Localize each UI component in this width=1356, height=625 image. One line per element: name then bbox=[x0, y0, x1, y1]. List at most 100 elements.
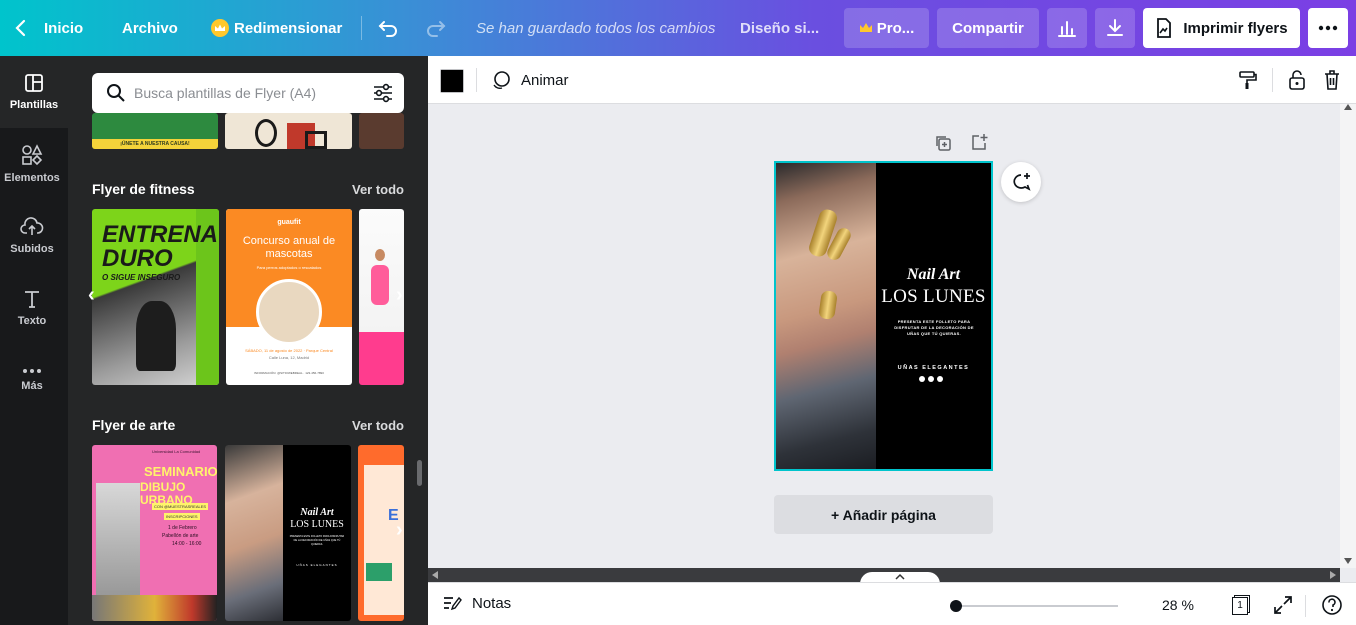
divider bbox=[1272, 68, 1273, 92]
template-search[interactable]: Busca plantillas de Flyer (A4) bbox=[92, 73, 404, 113]
page-count: 1 bbox=[1232, 597, 1248, 615]
page-title: LOS LUNES bbox=[881, 286, 986, 307]
bottom-bar: Notas 28 % 1 bbox=[428, 582, 1356, 625]
download-icon bbox=[1107, 19, 1123, 36]
duplicate-page-icon[interactable] bbox=[934, 134, 952, 152]
home-label: Inicio bbox=[44, 19, 84, 37]
add-comment-button[interactable] bbox=[1001, 162, 1041, 202]
rail-item-texto[interactable]: Texto bbox=[0, 272, 64, 344]
filter-icon[interactable] bbox=[372, 82, 394, 104]
search-icon bbox=[107, 84, 125, 102]
rail-label: Plantillas bbox=[9, 99, 59, 111]
scroll-up-arrow[interactable] bbox=[1344, 104, 1352, 110]
resize-button[interactable]: Redimensionar bbox=[211, 0, 342, 56]
template-thumb[interactable]: ¡ÚNETE A NUESTRA CAUSA! bbox=[92, 113, 218, 149]
panel-scrollbar[interactable] bbox=[417, 460, 422, 486]
thumb-body: PRESENTA ESTE FOLLETO PARA DISFRUTAR DE … bbox=[289, 535, 345, 546]
save-status: Se han guardado todos los cambios bbox=[476, 19, 716, 37]
file-menu-button[interactable]: Archivo bbox=[122, 0, 178, 56]
insights-button[interactable] bbox=[1047, 8, 1087, 48]
resize-label: Redimensionar bbox=[234, 19, 343, 37]
thumb-footer: UÑAS ELEGANTES bbox=[296, 563, 338, 567]
top-bar: Inicio Archivo Redimensionar Se han guar… bbox=[0, 0, 1356, 56]
notes-button[interactable]: Notas bbox=[442, 594, 511, 612]
design-name[interactable]: Diseño si... bbox=[740, 0, 819, 56]
climber-figure bbox=[136, 301, 176, 371]
rail-item-subidos[interactable]: Subidos bbox=[0, 200, 64, 272]
instagram-icon bbox=[937, 376, 943, 382]
thumb-title: LOS LUNES bbox=[290, 519, 344, 530]
print-flyers-button[interactable]: Imprimir flyers bbox=[1143, 8, 1300, 48]
fullscreen-icon[interactable] bbox=[1273, 595, 1293, 615]
crown-icon bbox=[211, 19, 229, 37]
paint-roller-icon[interactable] bbox=[1237, 69, 1259, 91]
pro-button[interactable]: Pro... bbox=[844, 8, 929, 48]
scroll-left-arrow[interactable] bbox=[432, 571, 438, 579]
animate-label: Animar bbox=[521, 71, 569, 89]
thumb-subtitle: Para perros adoptados o rescatados bbox=[256, 265, 322, 270]
black-panel bbox=[876, 163, 991, 469]
template-thumb[interactable] bbox=[225, 113, 352, 149]
lock-icon[interactable] bbox=[1287, 69, 1307, 91]
more-icon bbox=[1318, 25, 1338, 31]
thumb-footer: INFORMACIÓN: @SITIOWEBREAL · 123-456-789… bbox=[254, 371, 324, 375]
hands-photo bbox=[225, 445, 283, 621]
notes-icon bbox=[444, 596, 462, 611]
more-options-button[interactable] bbox=[1308, 8, 1348, 48]
rail-item-mas[interactable]: Más bbox=[0, 344, 64, 416]
page-title-script: Nail Art bbox=[906, 266, 961, 283]
templates-panel: ¡ÚNETE A NUESTRA CAUSA! Busca plantillas… bbox=[68, 56, 428, 625]
thumb-top: Universidad La Comunidad bbox=[152, 449, 201, 454]
undo-button[interactable] bbox=[378, 0, 400, 56]
thumb-date: SÁBADO, 11 de agosto de 2022 · Parque Ce… bbox=[245, 348, 333, 353]
scroll-down-arrow[interactable] bbox=[1344, 558, 1352, 564]
section-title-arte: Flyer de arte bbox=[92, 417, 176, 433]
rail-label: Texto bbox=[17, 315, 47, 327]
carousel-prev-arrow[interactable]: ‹ bbox=[88, 284, 95, 307]
thumb-brand: guaufit bbox=[277, 219, 301, 226]
home-button[interactable]: Inicio bbox=[14, 0, 83, 56]
page-count-button[interactable]: 1 bbox=[1232, 595, 1250, 615]
template-thumb-entrena[interactable]: ENTRENA DURO O SIGUE INSEGURO bbox=[92, 209, 219, 385]
animate-button[interactable]: Animar bbox=[490, 69, 569, 91]
help-icon[interactable] bbox=[1321, 594, 1343, 616]
share-button[interactable]: Compartir bbox=[937, 8, 1039, 48]
thumb-title: Nail Art bbox=[300, 507, 334, 518]
scroll-right-arrow[interactable] bbox=[1330, 571, 1336, 579]
carousel-next-arrow[interactable]: › bbox=[396, 284, 403, 307]
city-strip bbox=[92, 595, 217, 621]
rail-label: Subidos bbox=[10, 243, 54, 255]
zoom-slider[interactable] bbox=[956, 605, 1118, 607]
music-shape bbox=[255, 119, 277, 147]
template-thumb-mascotas[interactable]: guaufit Concurso anual de mascotas Para … bbox=[226, 209, 352, 385]
see-all-arte-link[interactable]: Ver todo bbox=[352, 418, 404, 433]
zoom-slider-thumb[interactable] bbox=[950, 600, 962, 612]
undo-icon bbox=[378, 21, 397, 37]
add-page-button[interactable]: + Añadir página bbox=[774, 495, 993, 534]
divider bbox=[476, 68, 477, 92]
rail-item-elementos[interactable]: Elementos bbox=[0, 128, 64, 200]
zoom-level[interactable]: 28 % bbox=[1162, 597, 1194, 613]
side-rail: Plantillas Elementos Subidos Texto Más bbox=[0, 56, 68, 625]
color-swatch[interactable] bbox=[440, 69, 464, 93]
rail-item-plantillas[interactable]: Plantillas bbox=[0, 56, 68, 128]
trash-icon[interactable] bbox=[1322, 69, 1342, 91]
twitter-icon bbox=[928, 376, 934, 382]
redo-button[interactable] bbox=[424, 0, 446, 56]
dancer-figure bbox=[371, 265, 389, 305]
download-button[interactable] bbox=[1095, 8, 1135, 48]
carousel-next-arrow[interactable]: › bbox=[396, 519, 403, 542]
design-page[interactable]: Nail Art LOS LUNES PRESENTA ESTE FOLLETO… bbox=[774, 161, 993, 471]
pro-label: Pro... bbox=[876, 19, 915, 37]
thumb-subtitle: O SIGUE INSEGURO bbox=[102, 273, 181, 282]
template-thumb[interactable] bbox=[359, 113, 404, 149]
search-input[interactable]: Busca plantillas de Flyer (A4) bbox=[134, 85, 316, 101]
thumb-text: ¡ÚNETE A NUESTRA CAUSA! bbox=[92, 139, 218, 149]
color-swatch-fill bbox=[441, 70, 463, 92]
template-thumb-seminario[interactable]: Universidad La Comunidad SEMINARIO DIBUJ… bbox=[92, 445, 217, 621]
vertical-scrollbar[interactable] bbox=[1340, 104, 1356, 568]
template-thumb-nailart[interactable]: Nail Art LOS LUNES PRESENTA ESTE FOLLETO… bbox=[225, 445, 351, 621]
see-all-fitness-link[interactable]: Ver todo bbox=[352, 182, 404, 197]
bar-chart-icon bbox=[1058, 21, 1076, 37]
add-page-icon[interactable] bbox=[970, 133, 988, 151]
